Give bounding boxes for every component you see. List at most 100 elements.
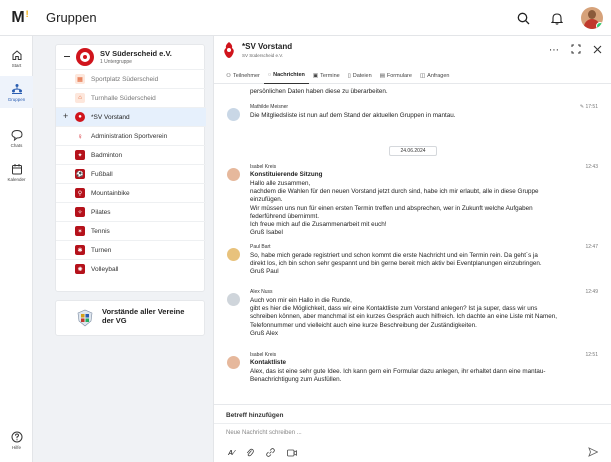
message-input[interactable]: Neue Nachricht schreiben ... [226, 430, 302, 436]
subject-field[interactable]: Betreff hinzufügen [226, 412, 283, 419]
message-icon: ◌ [267, 72, 272, 78]
message-author: Isabel Kreis [250, 164, 277, 170]
group-card-title: Vorstände aller Vereine der VG [102, 307, 185, 325]
football-icon: ⚽ [75, 169, 85, 179]
top-bar: M! Gruppen [0, 0, 611, 36]
group-header[interactable]: SV Süderscheid e.V. 1 Untergruppe [56, 45, 206, 69]
sidebar-item-tennis[interactable]: ✶ Tennis [56, 221, 206, 240]
sidebar-item-label: Turnen [91, 246, 112, 254]
message-time: ✎ 17:51 [579, 104, 598, 110]
sidebar-item-sv-vorstand[interactable]: + ● *SV Vorstand [56, 107, 206, 126]
sidebar-item-label: Pilates [91, 208, 111, 216]
file-icon: ▯ [347, 72, 351, 79]
chat-header: *SV Vorstand SV Süderscheid e.V. ⋯ [214, 36, 611, 64]
nav-label: Chats [10, 142, 23, 148]
tab-anfragen[interactable]: ◫ Anfragen [416, 68, 454, 84]
chat-icon [10, 129, 23, 141]
gymnastics-icon: ✱ [75, 245, 85, 255]
message-time: 12:51 [585, 352, 598, 358]
expand-icon[interactable]: + [63, 111, 68, 121]
sidebar-item-label: Badminton [91, 151, 123, 159]
more-options-icon[interactable]: ⋯ [549, 45, 559, 56]
expand-window-icon[interactable] [571, 44, 581, 57]
sidebar-item-label: Administration Sportverein [91, 132, 168, 140]
collapse-icon[interactable] [64, 56, 70, 57]
nav-item-gruppen[interactable]: Gruppen [0, 76, 33, 108]
calendar-icon [11, 163, 22, 174]
user-avatar[interactable] [581, 7, 603, 29]
sidebar-item-administration[interactable]: ♀ Administration Sportverein [56, 126, 206, 145]
tab-nachrichten[interactable]: ◌ Nachrichten [263, 68, 309, 84]
tab-teilnehmer[interactable]: ⚇ Teilnehmer [222, 68, 264, 84]
tab-formulare[interactable]: ▤ Formulare [376, 68, 416, 84]
calendar-icon: ▣ [312, 72, 319, 79]
nav-label: Hilfe [11, 444, 21, 450]
tab-termine[interactable]: ▣ Termine [309, 68, 344, 84]
sidebar-item-sportplatz[interactable]: ▦ Sportplatz Süderscheid [56, 69, 206, 88]
help-icon [11, 431, 22, 442]
volleyball-icon: ✺ [75, 264, 85, 274]
sidebar-item-label: *SV Vorstand [91, 113, 130, 121]
message-author: Mathilde Meisner [250, 104, 289, 110]
sidebar-item-pilates[interactable]: ✧ Pilates [56, 202, 206, 221]
video-icon[interactable] [287, 449, 298, 459]
sidebar-item-mountainbike[interactable]: ⚲ Mountainbike [56, 183, 206, 202]
chat-subtitle: SV Süderscheid e.V. [242, 53, 284, 58]
club-logo-icon: ● [75, 112, 85, 122]
message-subject: Konstituierende Sitzung [250, 171, 323, 178]
message-author: Paul Bart [250, 244, 271, 250]
close-icon[interactable] [593, 45, 602, 57]
nav-label: Kalender [7, 176, 26, 182]
group-name: SV Süderscheid e.V. [100, 49, 172, 58]
tab-dateien[interactable]: ▯ Dateien [344, 68, 376, 84]
message-composer: Betreff hinzufügen Neue Nachricht schrei… [214, 404, 611, 462]
home-icon [12, 49, 21, 60]
nav-item-chats[interactable]: Chats [0, 122, 33, 154]
group-card-vorstaende[interactable]: Vorstände aller Vereine der VG [55, 300, 205, 336]
main-navigation: Start Gruppen Chats Kalender Hilfe [0, 36, 33, 462]
nav-item-kalender[interactable]: Kalender [0, 156, 33, 188]
chat-panel: *SV Vorstand SV Süderscheid e.V. ⋯ ⚇ Teil… [213, 36, 611, 462]
online-status-badge [596, 22, 603, 29]
bell-icon[interactable] [547, 8, 567, 28]
admin-icon: ♀ [75, 131, 85, 141]
link-icon[interactable] [266, 448, 276, 459]
avatar [227, 248, 240, 261]
sidebar-item-label: Sportplatz Süderscheid [91, 75, 159, 83]
pilates-icon: ✧ [75, 207, 85, 217]
message-text: So, habe mich gerade registriert und sch… [250, 252, 542, 276]
groups-icon [11, 83, 22, 94]
request-icon: ◫ [419, 72, 426, 79]
search-icon[interactable] [513, 8, 533, 28]
sidebar-item-volleyball[interactable]: ✺ Volleyball [56, 259, 206, 278]
badminton-icon: ✦ [75, 150, 85, 160]
sidebar-item-label: Tennis [91, 227, 110, 235]
message-list: persönlichen Daten haben diese zu überar… [214, 84, 611, 404]
app-logo[interactable]: M! [0, 9, 40, 27]
chat-title: *SV Vorstand [242, 42, 293, 51]
nav-item-start[interactable]: Start [0, 42, 33, 74]
sidebar-item-turnhalle[interactable]: ⌂ Turnhalle Süderscheid [56, 88, 206, 107]
text-format-icon[interactable]: A⁄ [228, 450, 234, 457]
sidebar-item-badminton[interactable]: ✦ Badminton [56, 145, 206, 164]
sidebar-item-fussball[interactable]: ⚽ Fußball [56, 164, 206, 183]
gym-icon: ⌂ [75, 93, 85, 103]
bike-icon: ⚲ [75, 188, 85, 198]
message-author: Alex Nuss [250, 289, 273, 295]
nav-label: Gruppen [7, 96, 26, 102]
avatar [227, 293, 240, 306]
field-icon: ▦ [75, 74, 85, 84]
message-text: Die Mitgliedsliste ist nun auf dem Stand… [250, 112, 456, 119]
date-divider: 24.06.2024 [389, 146, 437, 156]
group-subgroup-count: 1 Untergruppe [100, 59, 132, 65]
message-author: Isabel Kreis [250, 352, 277, 358]
sidebar-item-turnen[interactable]: ✱ Turnen [56, 240, 206, 259]
message-time: 12:47 [585, 244, 598, 250]
attachment-icon[interactable] [246, 448, 255, 459]
send-button[interactable] [588, 447, 599, 459]
people-icon: ⚇ [226, 72, 231, 79]
message-text: Auch von mir ein Hallo in die Runde, gib… [250, 297, 557, 337]
vg-logo-icon [77, 309, 93, 327]
club-logo-icon [76, 48, 94, 66]
nav-item-hilfe[interactable]: Hilfe [0, 424, 33, 456]
